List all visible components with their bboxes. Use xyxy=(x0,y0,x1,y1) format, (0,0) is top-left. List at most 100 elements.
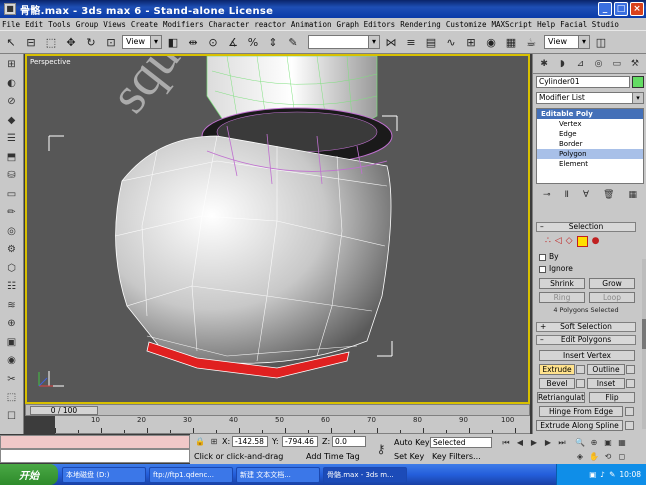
menu-edit[interactable]: Edit xyxy=(25,20,43,29)
auto-key-button[interactable]: Auto Key xyxy=(394,438,430,447)
key-icon[interactable]: ⚷ xyxy=(372,443,390,455)
hinge-settings-button[interactable] xyxy=(625,407,634,416)
modify-tab-icon[interactable]: ◗ xyxy=(554,56,570,71)
tool-icon-1[interactable]: ⊞ xyxy=(3,56,21,74)
tool-icon-9[interactable]: ✏ xyxy=(3,204,21,222)
command-panel-scrollbar[interactable] xyxy=(642,259,646,429)
tool-icon-3[interactable]: ⊘ xyxy=(3,93,21,111)
go-to-end-icon[interactable]: ⏭ xyxy=(556,437,568,448)
region-select-icon[interactable]: ⬚ xyxy=(42,33,60,51)
menu-animation[interactable]: Animation xyxy=(291,20,332,29)
angle-snap-icon[interactable]: ∡ xyxy=(224,33,242,51)
hierarchy-tab-icon[interactable]: ⊿ xyxy=(572,56,588,71)
volume-icon[interactable]: ♪ xyxy=(600,470,605,479)
outline-button[interactable]: Outline xyxy=(587,364,625,375)
title-bar[interactable]: ■ 骨骼.max - 3ds max 6 - Stand-alone Licen… xyxy=(0,0,646,18)
utilities-tab-icon[interactable]: ⚒ xyxy=(627,56,643,71)
quick-render-icon[interactable]: ☕ xyxy=(522,33,540,51)
menu-modifiers[interactable]: Modifiers xyxy=(163,20,204,29)
tool-icon-14[interactable]: ≋ xyxy=(3,297,21,315)
menu-graph-editors[interactable]: Graph Editors xyxy=(336,20,395,29)
selection-rollout-header[interactable]: Selection xyxy=(536,222,636,232)
selected-dropdown[interactable]: Selected xyxy=(430,437,492,448)
x-coord-field[interactable]: -142.58 xyxy=(232,436,268,447)
remove-modifier-icon[interactable]: 🗑 xyxy=(603,190,614,204)
menu-maxscript[interactable]: MAXScript xyxy=(491,20,532,29)
perspective-viewport[interactable]: Perspective squeal@163.com QQ:154410493 xyxy=(25,54,530,404)
pan-icon[interactable]: ✋ xyxy=(588,451,600,462)
stack-element[interactable]: Element xyxy=(537,159,643,169)
tool-icon-16[interactable]: ▣ xyxy=(3,334,21,352)
start-button[interactable]: 开始 xyxy=(0,464,58,485)
stack-editable-poly[interactable]: Editable Poly xyxy=(537,109,643,119)
pivot-icon[interactable]: ◧ xyxy=(164,33,182,51)
tool-icon-4[interactable]: ◆ xyxy=(3,112,21,130)
render-last-icon[interactable]: ◫ xyxy=(592,33,610,51)
tool-icon-13[interactable]: ☷ xyxy=(3,278,21,296)
close-button[interactable]: × xyxy=(630,2,644,16)
border-mode-icon[interactable]: ◇ xyxy=(566,236,573,247)
modifier-list-dropdown[interactable]: Modifier List xyxy=(536,92,644,104)
rotate-icon[interactable]: ↻ xyxy=(82,33,100,51)
extrude-along-spline-button[interactable]: Extrude Along Spline xyxy=(536,420,623,431)
menu-tools[interactable]: Tools xyxy=(48,20,71,29)
motion-tab-icon[interactable]: ◎ xyxy=(591,56,607,71)
task-ftp[interactable]: ftp://ftp1.qdenc... xyxy=(149,466,233,483)
stack-vertex[interactable]: Vertex xyxy=(537,119,643,129)
render-type-select[interactable]: View xyxy=(544,35,590,49)
schematic-icon[interactable]: ⊞ xyxy=(462,33,480,51)
ring-button[interactable]: Ring xyxy=(539,292,585,303)
maximize-viewport-icon[interactable]: ◻ xyxy=(616,451,628,462)
curve-editor-icon[interactable]: ∿ xyxy=(442,33,460,51)
stack-polygon[interactable]: Polygon xyxy=(537,149,643,159)
zoom-extents-icon[interactable]: ▣ xyxy=(602,437,614,448)
configure-sets-icon[interactable]: ▦ xyxy=(628,190,637,204)
bevel-button[interactable]: Bevel xyxy=(539,378,575,389)
extrude-spline-settings-button[interactable] xyxy=(625,421,634,430)
insert-vertex-button[interactable]: Insert Vertex xyxy=(539,350,635,361)
menu-character[interactable]: Character xyxy=(209,20,250,29)
tool-icon-5[interactable]: ☰ xyxy=(3,130,21,148)
tool-icon-15[interactable]: ⊕ xyxy=(3,315,21,333)
network-icon[interactable]: ▣ xyxy=(589,470,596,479)
task-text-document[interactable]: 新建 文本文档... xyxy=(236,466,320,483)
viewport-label[interactable]: Perspective xyxy=(30,58,71,66)
menu-file[interactable]: File xyxy=(2,20,20,29)
menu-facial-studio[interactable]: Facial Studio xyxy=(560,20,619,29)
align-icon[interactable]: ≡ xyxy=(402,33,420,51)
maxscript-listener-input[interactable] xyxy=(0,449,190,463)
lock-selection-icon[interactable]: 🔒 xyxy=(194,436,206,447)
extrude-button[interactable]: Extrude xyxy=(539,364,575,375)
menu-rendering[interactable]: Rendering xyxy=(400,20,441,29)
set-key-button[interactable]: Set Key xyxy=(394,452,424,461)
menu-customize[interactable]: Customize xyxy=(446,20,487,29)
menu-help[interactable]: Help xyxy=(537,20,555,29)
tool-icon-8[interactable]: ▭ xyxy=(3,186,21,204)
go-to-start-icon[interactable]: ⏮ xyxy=(500,437,512,448)
pin-stack-icon[interactable]: ⊸ xyxy=(543,190,551,204)
shrink-button[interactable]: Shrink xyxy=(539,278,585,289)
retriangulate-button[interactable]: Retriangulate xyxy=(537,392,585,403)
tool-icon-10[interactable]: ◎ xyxy=(3,223,21,241)
menu-create[interactable]: Create xyxy=(131,20,158,29)
task-3dsmax[interactable]: 骨骼.max - 3ds m... xyxy=(323,466,407,483)
tool-icon-20[interactable]: ☐ xyxy=(3,408,21,426)
hinge-from-edge-button[interactable]: Hinge From Edge xyxy=(539,406,623,417)
tool-icon-7[interactable]: ⛁ xyxy=(3,167,21,185)
object-color-swatch[interactable] xyxy=(632,76,644,88)
tool-icon-12[interactable]: ⬡ xyxy=(3,260,21,278)
snap-icon[interactable]: ⊙ xyxy=(204,33,222,51)
soft-selection-rollout-header[interactable]: Soft Selection xyxy=(536,322,636,332)
z-coord-field[interactable]: 0.0 xyxy=(332,436,366,447)
mirror-tool-icon[interactable]: ⋈ xyxy=(382,33,400,51)
object-name-field[interactable]: Cylinder01 xyxy=(536,76,630,88)
ignore-backfacing-row[interactable]: Ignore xyxy=(539,264,573,273)
add-time-tag[interactable]: Add Time Tag xyxy=(306,452,360,461)
maxscript-listener-macro[interactable] xyxy=(0,435,190,449)
stack-border[interactable]: Border xyxy=(537,139,643,149)
percent-snap-icon[interactable]: % xyxy=(244,33,262,51)
spinner-snap-icon[interactable]: ⇕ xyxy=(264,33,282,51)
create-tab-icon[interactable]: ✱ xyxy=(536,56,552,71)
y-coord-field[interactable]: -794.46 xyxy=(282,436,318,447)
named-selection-icon[interactable]: ✎ xyxy=(284,33,302,51)
